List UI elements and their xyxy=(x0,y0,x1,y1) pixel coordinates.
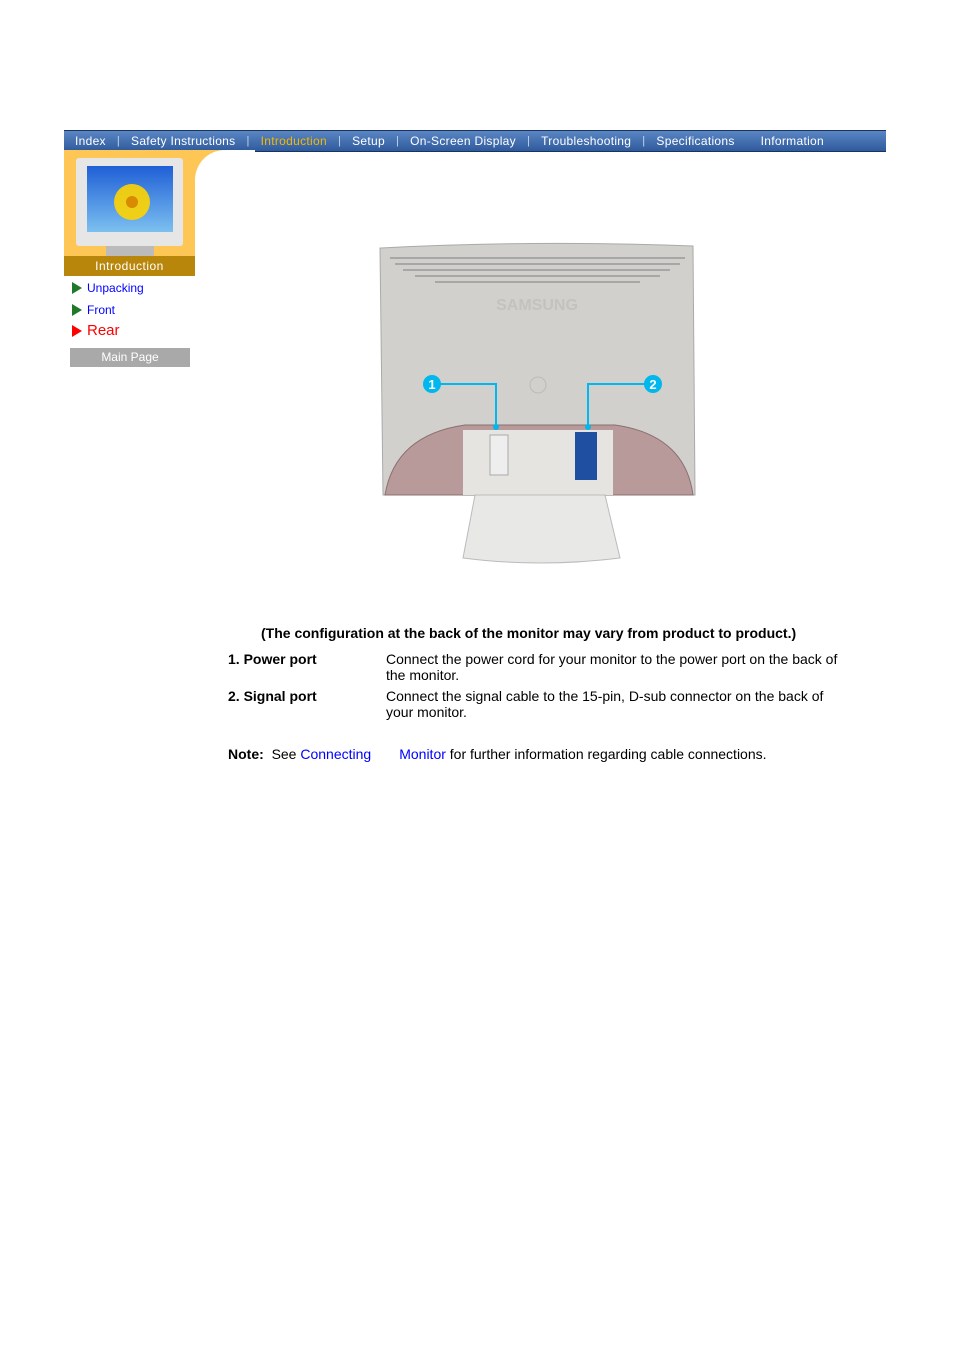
note-label: Note: xyxy=(228,746,264,762)
nav-specifications[interactable]: Specifications xyxy=(645,134,745,148)
connecting-link[interactable]: Connecting xyxy=(300,746,371,762)
port-1-name: 1. Power port xyxy=(228,651,317,667)
monitor-thumbnail-stand xyxy=(106,246,154,256)
main-page-button[interactable]: Main Page xyxy=(70,348,190,367)
nav-index[interactable]: Index xyxy=(64,134,117,148)
nav-osd[interactable]: On-Screen Display xyxy=(399,134,527,148)
port-1-desc: Connect the power cord for your monitor … xyxy=(386,651,838,683)
callout-1-label: 1 xyxy=(428,377,435,392)
top-nav: Index | Safety Instructions | Introduction… xyxy=(64,130,886,152)
port-2-name: 2. Signal port xyxy=(228,688,317,704)
nav-introduction[interactable]: Introduction xyxy=(250,134,338,148)
flower-icon xyxy=(114,184,150,220)
note-post: for further information regarding cable … xyxy=(449,746,767,762)
note: Note: See Connecting Monitor for further … xyxy=(228,746,767,762)
note-pre: See xyxy=(271,746,297,762)
brand-logo: SAMSUNG xyxy=(496,297,578,314)
sidebar-item-unpacking[interactable]: Unpacking xyxy=(72,281,144,295)
sidebar-item-rear[interactable]: Rear xyxy=(72,322,120,339)
signal-port xyxy=(575,432,597,480)
nav-troubleshooting[interactable]: Troubleshooting xyxy=(530,134,642,148)
sidebar-item-label: Front xyxy=(87,303,116,317)
nav-setup[interactable]: Setup xyxy=(341,134,396,148)
monitor-rear-image: SAMSUNG 1 2 xyxy=(379,242,696,564)
caption: (The configuration at the back of the mo… xyxy=(261,625,797,641)
monitor-link[interactable]: Monitor xyxy=(399,746,446,762)
nav-safety[interactable]: Safety Instructions xyxy=(120,134,246,148)
arrow-right-icon xyxy=(72,324,82,337)
sidebar-item-front[interactable]: Front xyxy=(72,303,115,317)
port-2-desc: Connect the signal cable to the 15-pin, … xyxy=(386,688,824,720)
sidebar-item-label: Rear xyxy=(87,322,120,339)
power-port xyxy=(489,434,509,476)
monitor-thumbnail-screen xyxy=(87,166,173,232)
sidebar-item-label: Unpacking xyxy=(87,281,144,295)
nav-information[interactable]: Information xyxy=(750,134,835,148)
arrow-right-icon xyxy=(72,304,82,316)
panel-decoration xyxy=(195,150,255,230)
callout-2-label: 2 xyxy=(649,377,656,392)
section-label: Introduction xyxy=(64,256,195,276)
page: Index | Safety Instructions | Introduction… xyxy=(0,0,954,1351)
arrow-right-icon xyxy=(72,282,82,294)
